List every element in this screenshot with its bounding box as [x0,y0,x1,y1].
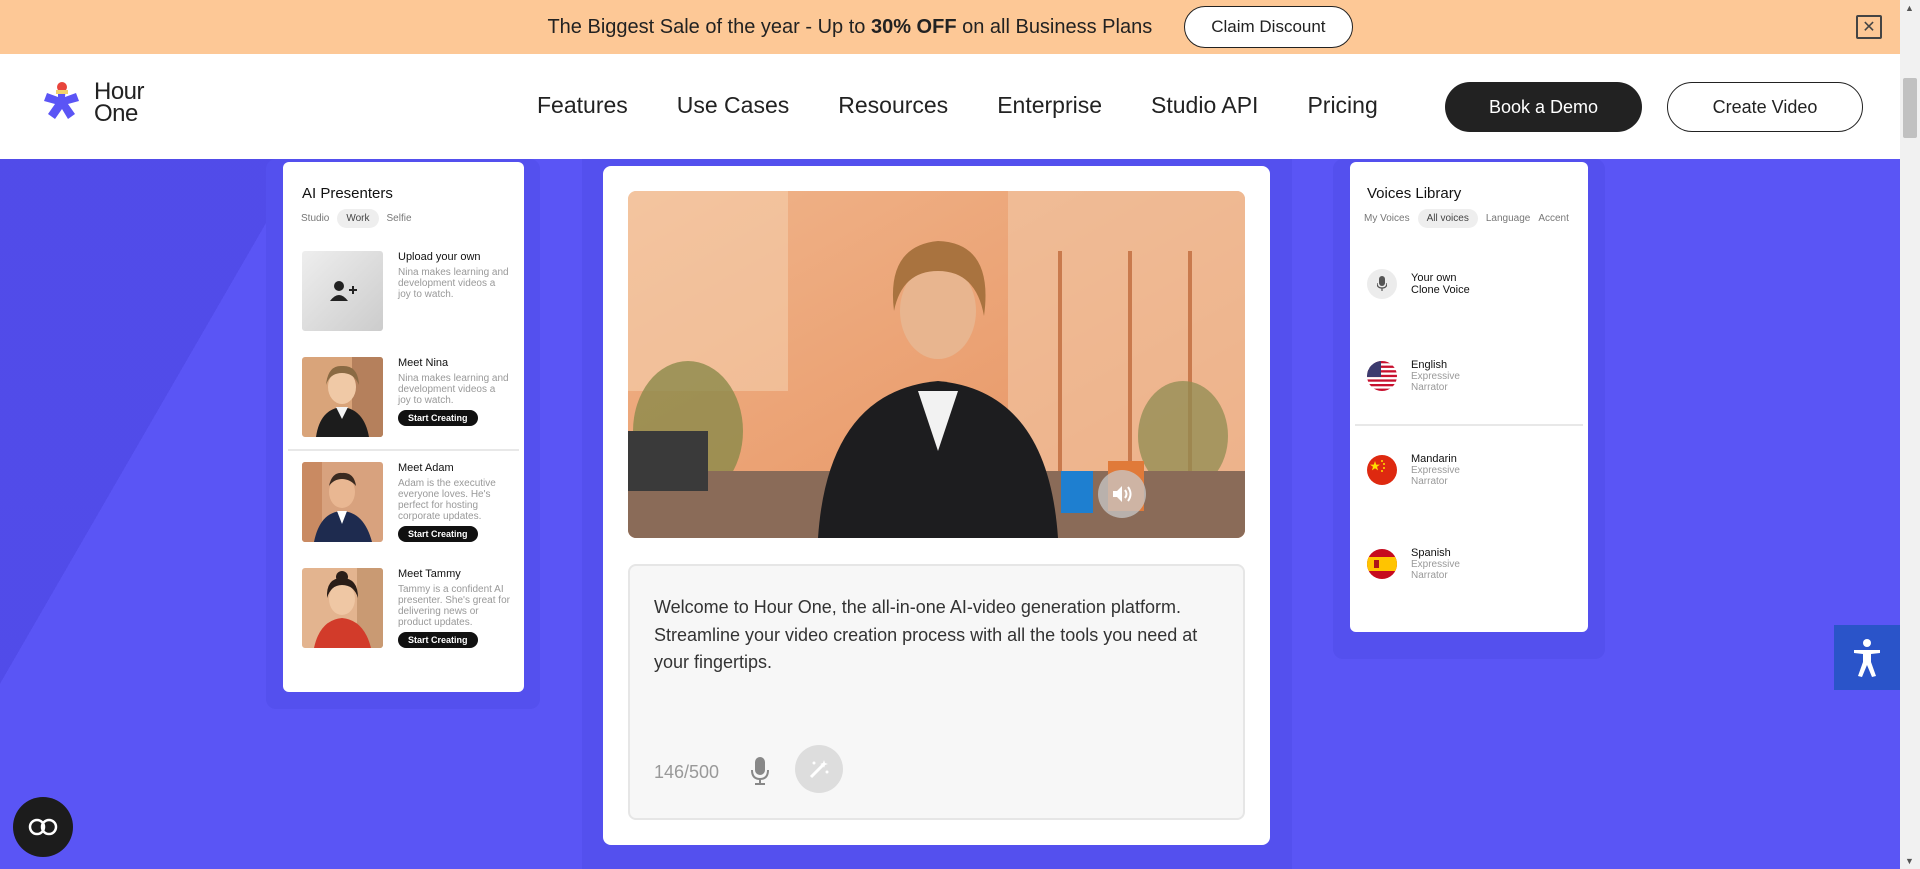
accessibility-icon[interactable] [1834,625,1900,690]
nav-use-cases[interactable]: Use Cases [677,92,789,119]
presenter-desc: Tammy is a confident AI presenter. She's… [398,584,510,628]
tab-work[interactable]: Work [337,209,379,228]
voice-language: Spanish [1411,547,1451,559]
close-icon[interactable]: ✕ [1856,15,1882,39]
voice-style: Expressive [1411,371,1460,382]
voices-title: Voices Library [1367,185,1462,202]
clone-label-2: Clone Voice [1411,284,1470,296]
scrollbar-thumb[interactable] [1903,78,1917,138]
voice-spanish[interactable]: Spanish Expressive Narrator [1367,547,1460,581]
tab-selfie[interactable]: Selfie [387,213,412,224]
nav-resources[interactable]: Resources [838,92,948,119]
tammy-thumbnail [302,568,383,648]
video-preview[interactable] [628,191,1245,538]
clone-label-1: Your own [1411,272,1457,284]
voice-mandarin[interactable]: Mandarin Expressive Narrator [1367,453,1460,487]
presenter-desc: Nina makes learning and development vide… [398,267,509,300]
microphone-icon [1367,269,1397,299]
create-video-button[interactable]: Create Video [1667,82,1863,132]
logo-text: Hour One [94,78,145,127]
start-creating-button[interactable]: Start Creating [398,526,478,542]
nav-features[interactable]: Features [537,92,628,119]
presenter-desc: Adam is the executive everyone loves. He… [398,478,496,522]
voice-role: Narrator [1411,382,1448,393]
divider [1355,424,1583,426]
voice-role: Narrator [1411,570,1448,581]
nav-studio-api[interactable]: Studio API [1151,92,1258,119]
logo[interactable]: Hour One [38,78,145,127]
character-count: 146/500 [654,762,720,782]
microphone-icon[interactable] [750,756,770,791]
logo-icon [44,82,79,119]
video-frame [628,191,1245,538]
magic-wand-icon[interactable] [795,745,843,793]
china-flag-icon [1367,455,1397,485]
script-text-area[interactable]: Welcome to Hour One, the all-in-one AI-v… [628,564,1245,820]
ai-presenters-card: AI Presenters Studio Work Selfie Upload … [283,162,524,692]
voices-tabs: My Voices All voices Language Accent [1364,209,1569,228]
chat-icon[interactable] [13,797,73,857]
start-creating-button[interactable]: Start Creating [398,632,478,648]
tab-studio[interactable]: Studio [301,213,329,224]
nav-enterprise[interactable]: Enterprise [997,92,1102,119]
presenter-name: Meet Adam [398,462,454,474]
presenters-tabs: Studio Work Selfie [301,209,412,228]
tab-language[interactable]: Language [1486,213,1531,224]
promo-banner: The Biggest Sale of the year - Up to 30%… [0,0,1900,54]
spain-flag-icon [1367,549,1397,579]
scroll-down-icon[interactable]: ▼ [1905,856,1914,866]
nav-links: Features Use Cases Resources Enterprise … [537,92,1378,119]
start-creating-button[interactable]: Start Creating [398,410,478,426]
promo-text: The Biggest Sale of the year - Up to 30%… [547,15,1153,38]
page-scrollbar[interactable]: ▲ ▼ [1900,0,1920,869]
us-flag-icon [1367,361,1397,391]
presenters-title: AI Presenters [302,185,393,202]
editor-card: Welcome to Hour One, the all-in-one AI-v… [603,166,1270,845]
upload-thumbnail [302,251,383,331]
adam-thumbnail [302,462,383,542]
voice-role: Narrator [1411,476,1448,487]
presenter-name: Meet Tammy [398,568,461,580]
tab-all-voices[interactable]: All voices [1417,209,1478,228]
presenter-desc: Nina makes learning and development vide… [398,373,509,406]
voice-style: Expressive [1411,559,1460,570]
top-navigation: Hour One Features Use Cases Resources En… [0,54,1900,159]
presenter-name: Meet Nina [398,357,449,369]
speaker-icon[interactable] [1098,470,1146,518]
voice-language: Mandarin [1411,453,1457,465]
presenter-name: Upload your own [398,251,481,263]
voice-language: English [1411,359,1448,371]
divider [288,449,519,451]
claim-discount-button[interactable]: Claim Discount [1184,6,1353,48]
add-user-icon [329,281,357,301]
scroll-up-icon[interactable]: ▲ [1905,3,1914,13]
tab-my-voices[interactable]: My Voices [1364,213,1410,224]
voice-english[interactable]: English Expressive Narrator [1367,359,1460,393]
voices-library-card: Voices Library My Voices All voices Lang… [1350,162,1588,632]
script-text[interactable]: Welcome to Hour One, the all-in-one AI-v… [654,594,1214,677]
book-demo-button[interactable]: Book a Demo [1445,82,1642,132]
nina-thumbnail [302,357,383,437]
tab-accent[interactable]: Accent [1538,213,1569,224]
nav-pricing[interactable]: Pricing [1307,92,1377,119]
voice-clone[interactable]: Your own Clone Voice [1367,269,1470,299]
voice-style: Expressive [1411,465,1460,476]
